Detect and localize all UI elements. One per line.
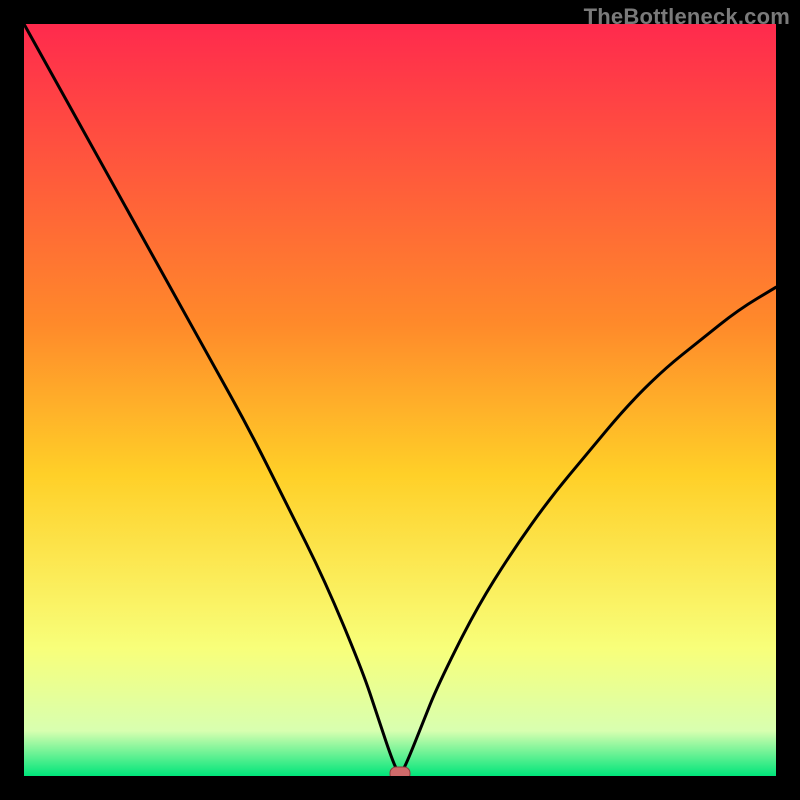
chart-frame: TheBottleneck.com (0, 0, 800, 800)
optimum-marker (390, 767, 410, 776)
bottleneck-chart (24, 24, 776, 776)
plot-background (24, 24, 776, 776)
